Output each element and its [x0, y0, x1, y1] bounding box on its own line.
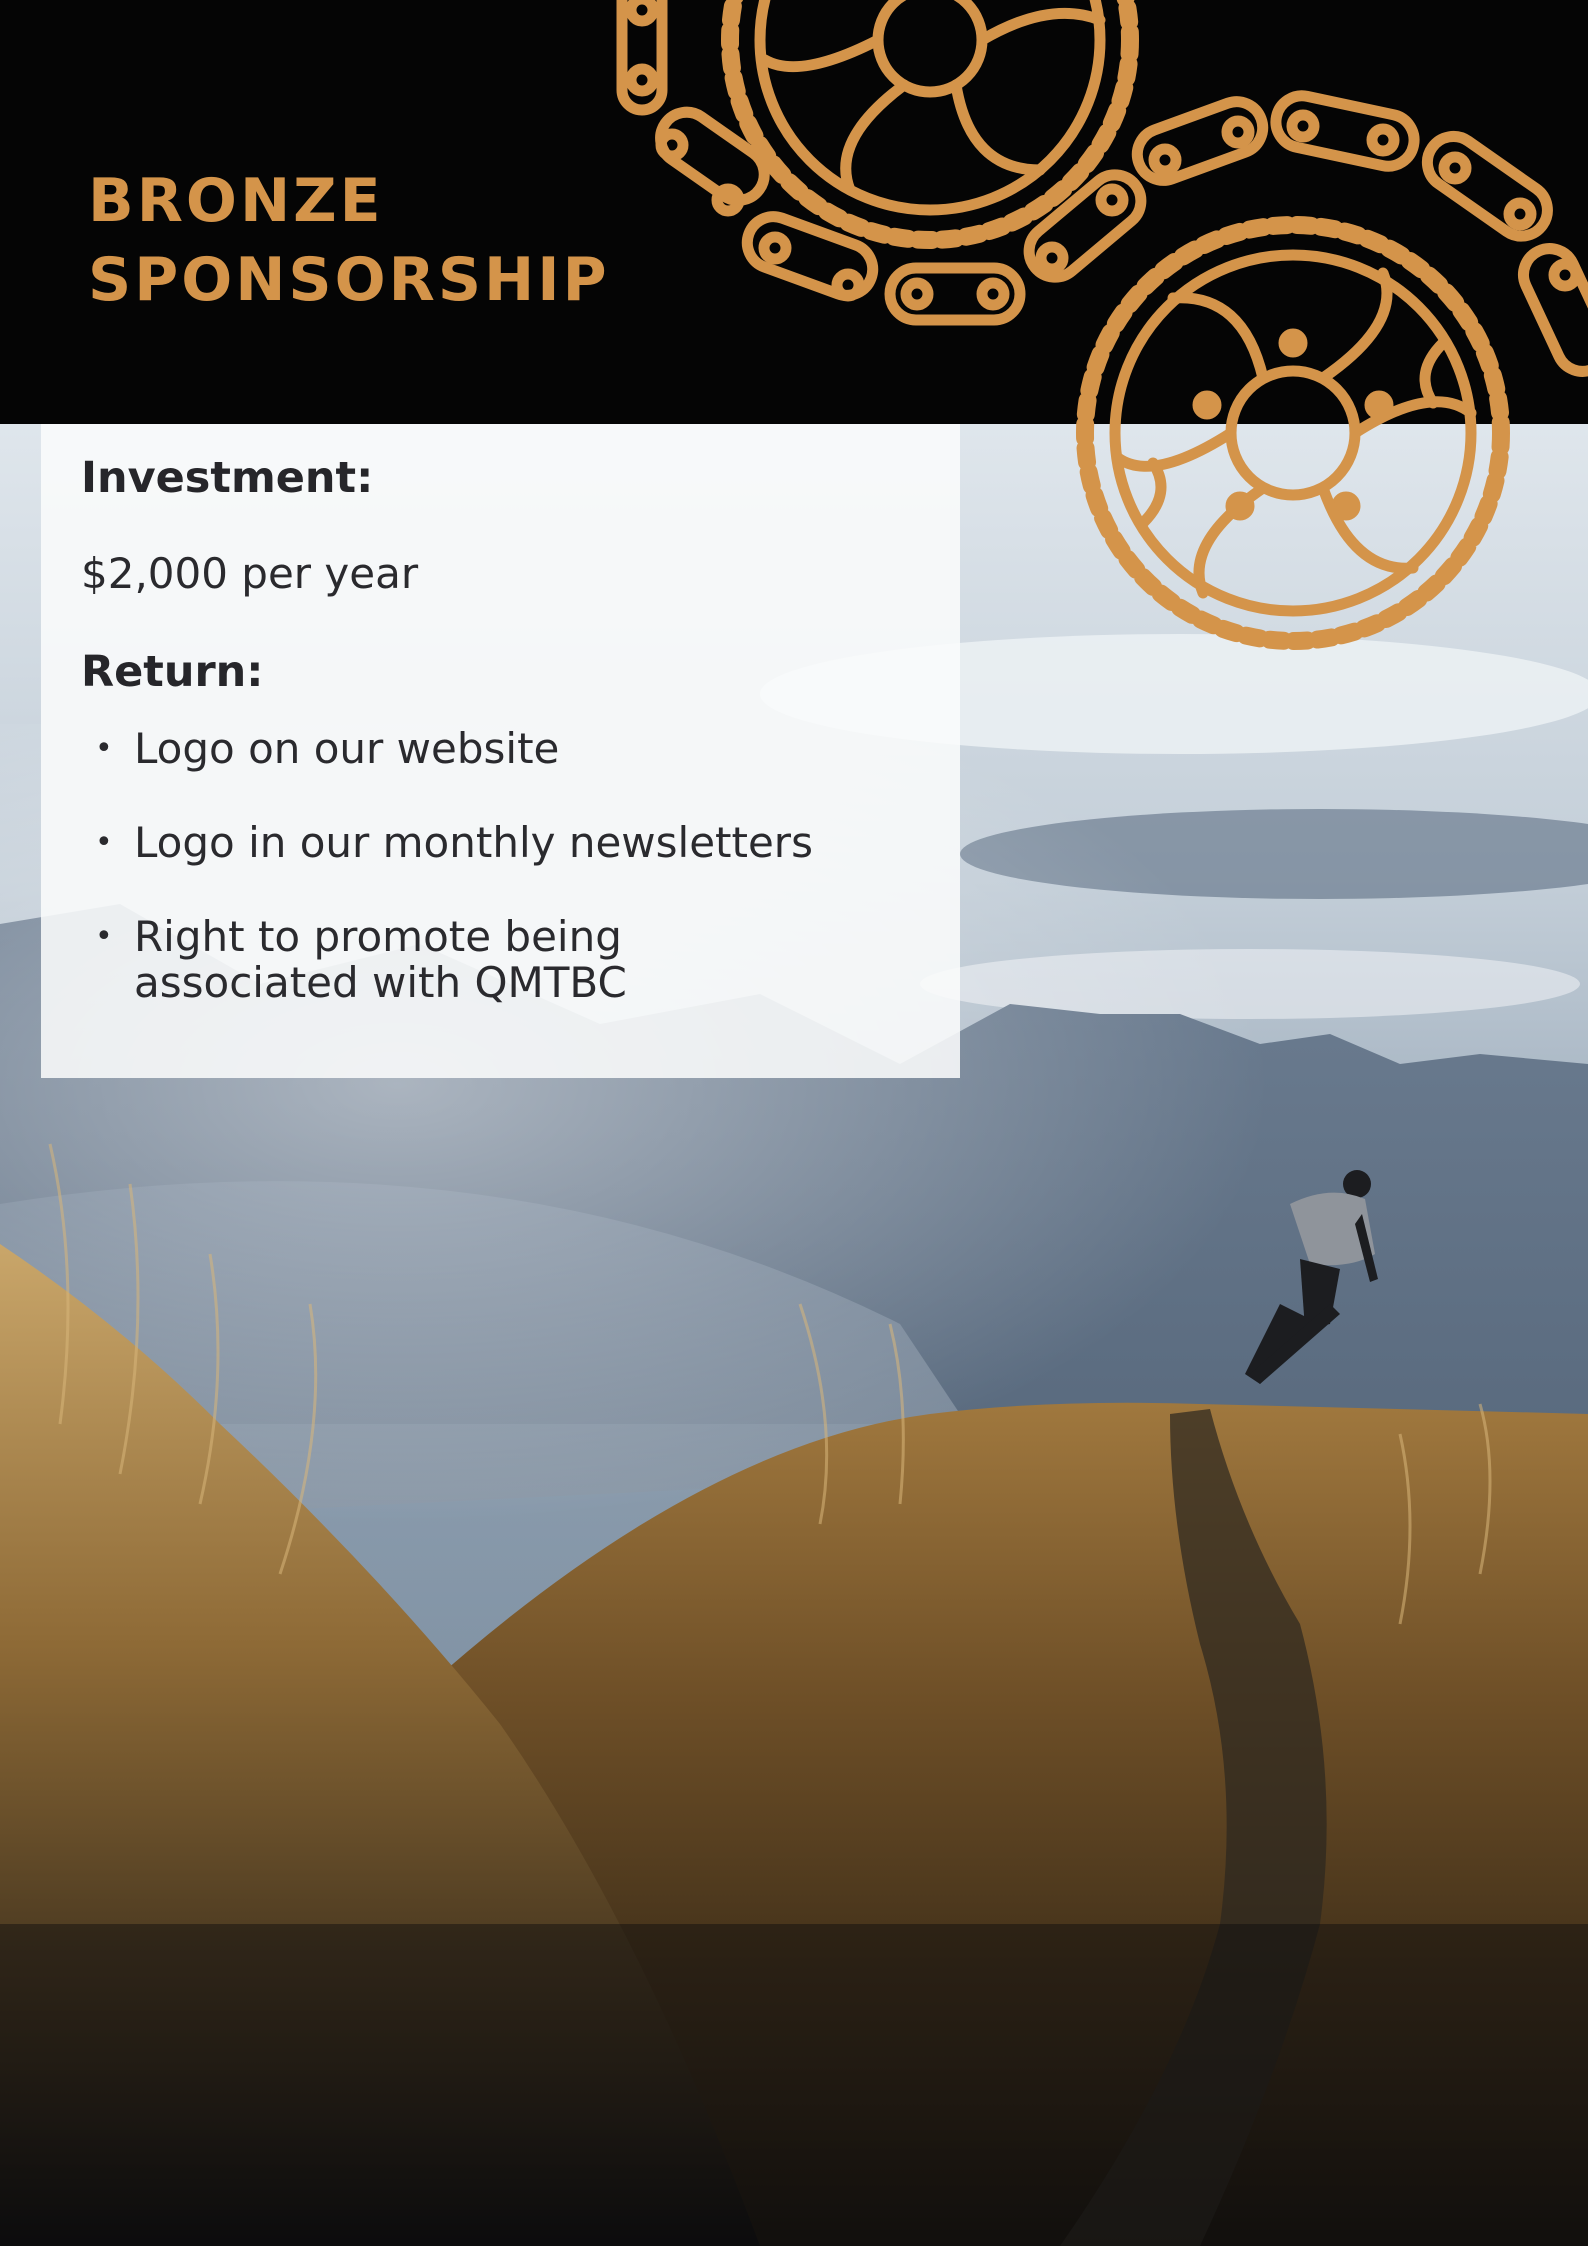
title-line-1: BRONZE [88, 166, 384, 236]
bullet-icon: • [95, 825, 113, 860]
list-item: • Right to promote being associated with… [81, 914, 754, 1006]
list-item: • Logo in our monthly newsletters [81, 820, 941, 866]
list-item: • Logo on our website [81, 726, 941, 772]
return-item-text: Right to promote being associated with Q… [134, 912, 627, 1007]
header-band: BRONZE SPONSORSHIP [0, 0, 1588, 424]
page-title: BRONZE SPONSORSHIP [88, 162, 610, 320]
return-label: Return: [81, 647, 264, 697]
return-item-text: Logo on our website [134, 724, 560, 773]
sponsorship-details-panel: Investment: $2,000 per year Return: • Lo… [41, 424, 960, 1078]
return-item-text: Logo in our monthly newsletters [134, 818, 813, 867]
return-list: • Logo on our website • Logo in our mont… [81, 726, 941, 1054]
bullet-icon: • [95, 919, 113, 954]
title-line-2: SPONSORSHIP [88, 245, 610, 315]
investment-value: $2,000 per year [81, 549, 419, 598]
bullet-icon: • [95, 731, 113, 766]
investment-label: Investment: [81, 453, 374, 503]
